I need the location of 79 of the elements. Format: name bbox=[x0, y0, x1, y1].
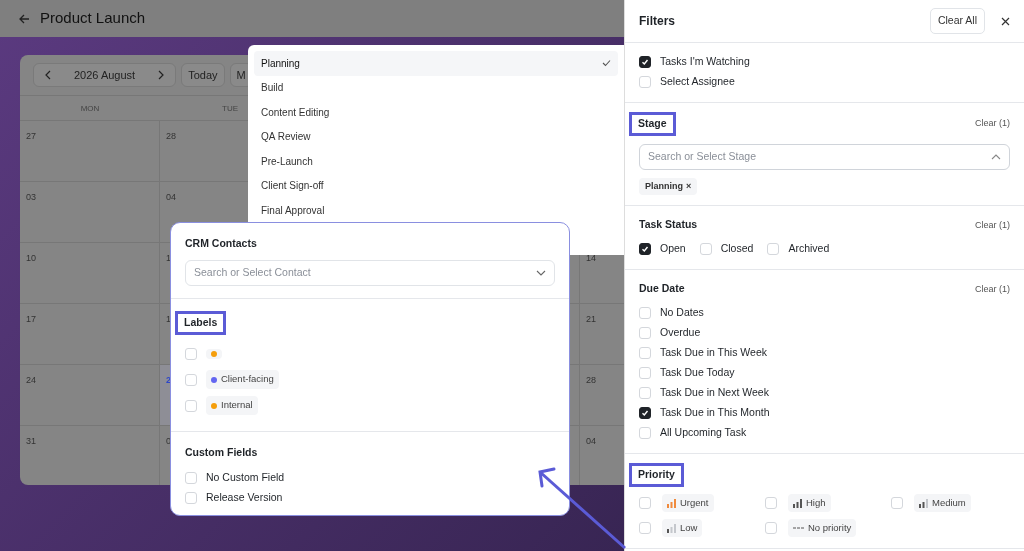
priority-text: No priority bbox=[808, 520, 852, 535]
section-heading: Custom Fields bbox=[185, 444, 258, 460]
selected-chip: Planning × bbox=[639, 177, 698, 196]
day-number: 17 bbox=[26, 314, 36, 324]
highlighted-heading: Priority bbox=[629, 463, 684, 487]
label-text: Client-facing bbox=[221, 372, 274, 387]
menu-option[interactable]: Planning bbox=[254, 51, 618, 76]
signal-bars-icon bbox=[667, 523, 676, 533]
day-number: 21 bbox=[586, 314, 596, 324]
label-text: Internal bbox=[221, 398, 253, 413]
priority-text: High bbox=[806, 495, 826, 510]
month-label: 2026 August bbox=[74, 67, 136, 83]
section-heading: Due Date bbox=[639, 281, 685, 297]
day-number: 31 bbox=[26, 436, 36, 446]
day-number: 1 bbox=[166, 314, 171, 324]
day-number: 03 bbox=[26, 192, 36, 202]
signal-bars-icon bbox=[919, 498, 928, 508]
drawer-title: Filters bbox=[639, 13, 675, 30]
remove-icon[interactable]: × bbox=[686, 179, 692, 194]
chevron-right-icon[interactable] bbox=[157, 70, 166, 80]
menu-option[interactable]: Final Approval bbox=[254, 198, 618, 223]
chevron-left-icon[interactable] bbox=[44, 70, 52, 80]
clear-all-button[interactable]: Clear All bbox=[929, 8, 985, 34]
check-icon bbox=[641, 245, 649, 254]
menu-option[interactable]: QA Review bbox=[254, 124, 618, 149]
page-title: Product Launch bbox=[40, 8, 146, 29]
option-label: Task Due in This Month bbox=[660, 405, 770, 421]
section-heading: CRM Contacts bbox=[185, 236, 257, 251]
option-label: Open bbox=[660, 241, 686, 257]
highlighted-heading: Stage bbox=[629, 112, 676, 136]
menu-option[interactable]: Client Sign-off bbox=[254, 173, 618, 198]
back-arrow-icon[interactable] bbox=[18, 12, 30, 25]
clear-link[interactable]: Clear (1) bbox=[975, 282, 1010, 296]
select-field[interactable]: Search or Select Contact bbox=[185, 259, 555, 286]
option-label: Task Due in This Week bbox=[660, 345, 767, 361]
option-label: Closed bbox=[720, 241, 754, 257]
day-number: 28 bbox=[166, 131, 176, 141]
section-heading: Task Status bbox=[639, 217, 698, 233]
menu-option[interactable]: Pre-Launch bbox=[254, 149, 618, 174]
priority-text: Urgent bbox=[680, 495, 709, 510]
priority-text: Medium bbox=[932, 495, 966, 510]
signal-bars-icon bbox=[793, 498, 802, 508]
option-label: No Custom Field bbox=[206, 470, 285, 486]
option-label: Task Due Today bbox=[660, 365, 735, 381]
close-icon[interactable] bbox=[1001, 16, 1010, 26]
day-number: 27 bbox=[26, 131, 36, 141]
option-label: Tasks I'm Watching bbox=[660, 54, 750, 70]
day-number: 28 bbox=[586, 375, 596, 385]
checkbox[interactable] bbox=[639, 407, 651, 420]
option-label: Archived bbox=[788, 241, 830, 257]
chevron-up-icon bbox=[991, 153, 1001, 160]
chevron-down-icon bbox=[536, 269, 546, 276]
today-button[interactable]: Today bbox=[181, 62, 225, 88]
day-number: 10 bbox=[26, 253, 36, 263]
day-number: 1 bbox=[166, 253, 171, 263]
check-icon bbox=[641, 58, 649, 66]
day-number: 24 bbox=[26, 375, 36, 385]
signal-bars-icon bbox=[667, 498, 676, 508]
dashes-icon bbox=[793, 524, 804, 532]
option-label: Task Due in Next Week bbox=[660, 385, 769, 401]
checkbox[interactable] bbox=[639, 56, 651, 68]
option-label: All Upcoming Task bbox=[660, 425, 747, 441]
clear-link[interactable]: Clear (1) bbox=[975, 218, 1010, 232]
option-label: No Dates bbox=[660, 305, 704, 321]
day-number: 04 bbox=[586, 436, 596, 446]
day-number: 04 bbox=[166, 192, 176, 202]
weekday-label: TUE bbox=[222, 103, 238, 115]
check-icon bbox=[641, 409, 649, 418]
checkbox[interactable] bbox=[639, 243, 651, 256]
menu-option[interactable]: Build bbox=[254, 75, 618, 100]
option-label: Overdue bbox=[660, 325, 701, 341]
check-icon bbox=[602, 59, 611, 68]
highlighted-heading: Labels bbox=[175, 310, 227, 335]
priority-text: Low bbox=[680, 520, 698, 535]
option-label: Release Version bbox=[206, 490, 283, 506]
option-label: Select Assignee bbox=[660, 74, 735, 90]
clear-link[interactable]: Clear (1) bbox=[975, 117, 1010, 131]
day-number: 14 bbox=[586, 253, 596, 263]
menu-option[interactable]: Content Editing bbox=[254, 100, 618, 125]
